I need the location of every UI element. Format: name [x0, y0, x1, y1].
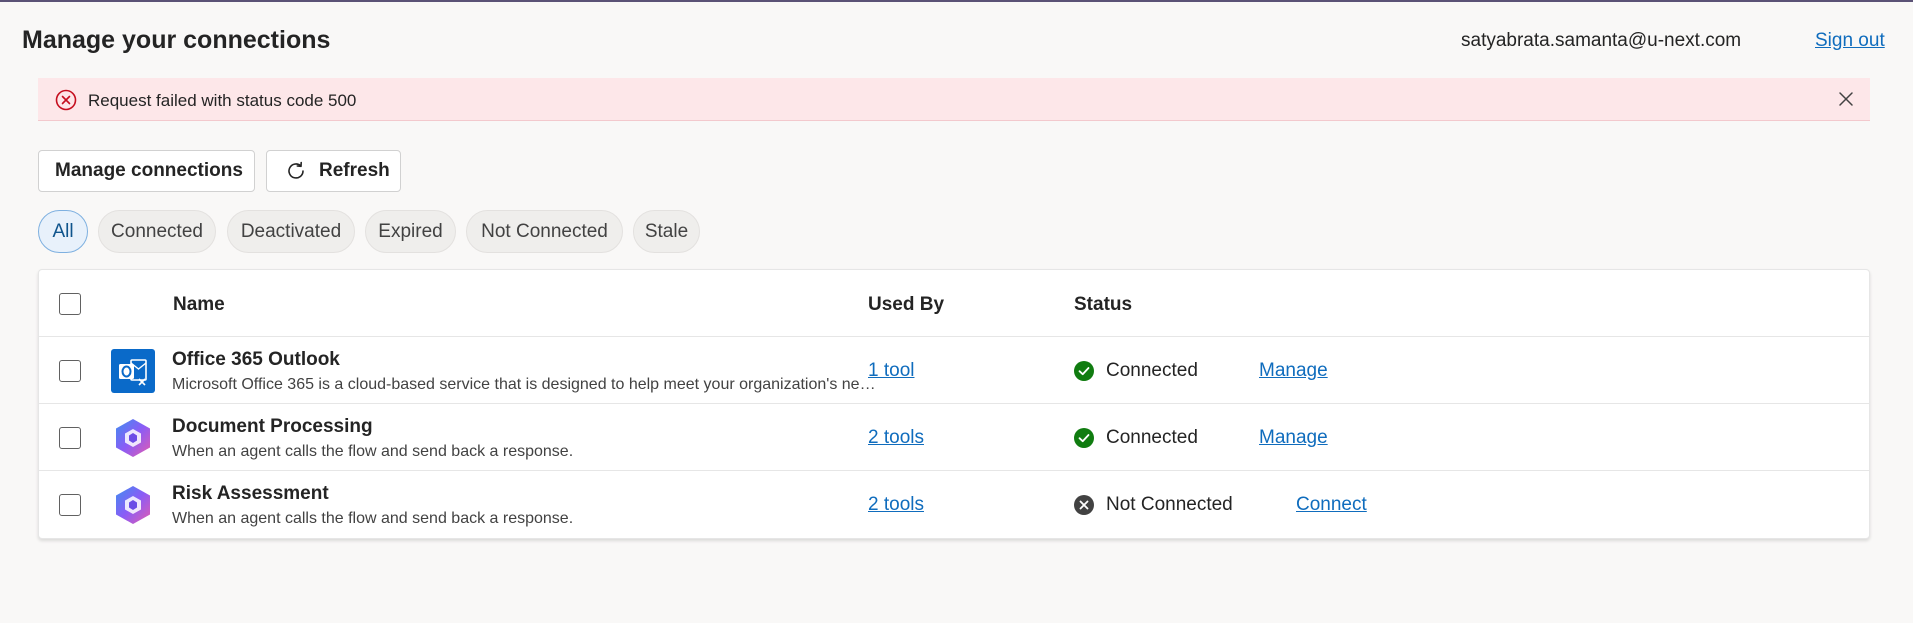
- column-header-name[interactable]: Name: [173, 294, 225, 316]
- status-text: Connected: [1106, 427, 1198, 448]
- refresh-icon: [288, 161, 304, 179]
- filter-stale[interactable]: Stale: [633, 210, 700, 253]
- row-checkbox[interactable]: [59, 360, 81, 382]
- check-circle-icon: [1074, 428, 1094, 448]
- manage-connections-label: Manage connections: [55, 160, 243, 181]
- page-title: Manage your connections: [22, 26, 331, 54]
- filter-expired[interactable]: Expired: [365, 210, 456, 253]
- refresh-label: Refresh: [319, 160, 390, 181]
- connection-description: When an agent calls the flow and send ba…: [172, 443, 574, 460]
- user-email: satyabrata.samanta@u-next.com: [1461, 30, 1742, 51]
- manage-link[interactable]: Manage: [1259, 360, 1328, 382]
- column-header-status[interactable]: Status: [1074, 294, 1132, 316]
- manage-link[interactable]: Manage: [1259, 427, 1328, 449]
- filter-label: Stale: [644, 220, 689, 242]
- filter-label: All: [52, 220, 74, 242]
- filter-label: Deactivated: [240, 220, 342, 242]
- used-by-link[interactable]: 2 tools: [868, 494, 924, 516]
- column-header-used-by[interactable]: Used By: [868, 294, 944, 316]
- row-checkbox[interactable]: [59, 427, 81, 449]
- refresh-button[interactable]: Refresh: [266, 150, 401, 192]
- copilot-icon: [116, 486, 150, 524]
- filter-label: Expired: [378, 220, 443, 242]
- used-by-link[interactable]: 1 tool: [868, 360, 914, 382]
- error-circle-icon: [55, 89, 77, 111]
- table-header-row: Name Used By Status: [39, 270, 1869, 337]
- status-text: Connected: [1106, 360, 1198, 381]
- connection-name: Risk Assessment: [172, 483, 329, 504]
- filter-connected[interactable]: Connected: [98, 210, 216, 253]
- connection-name: Document Processing: [172, 416, 373, 437]
- filter-deactivated[interactable]: Deactivated: [227, 210, 355, 253]
- table-row[interactable]: Office 365 Outlook Microsoft Office 365 …: [39, 337, 1869, 404]
- filter-all[interactable]: All: [38, 210, 88, 253]
- table-row[interactable]: Risk Assessment When an agent calls the …: [39, 471, 1869, 538]
- copilot-icon: [116, 419, 150, 457]
- connection-name: Office 365 Outlook: [172, 349, 340, 370]
- filter-label: Not Connected: [481, 220, 608, 242]
- header: Manage your connections satyabrata.saman…: [0, 2, 1913, 78]
- connect-link[interactable]: Connect: [1296, 494, 1367, 516]
- filter-label: Connected: [111, 220, 203, 242]
- connection-description: Microsoft Office 365 is a cloud-based se…: [172, 376, 882, 393]
- connection-description: When an agent calls the flow and send ba…: [172, 510, 574, 527]
- manage-connections-button[interactable]: Manage connections: [38, 150, 255, 192]
- sign-out-link[interactable]: Sign out: [1815, 30, 1885, 52]
- outlook-icon: [111, 349, 155, 393]
- filter-not-connected[interactable]: Not Connected: [466, 210, 623, 253]
- status-text: Not Connected: [1106, 494, 1233, 515]
- connections-table: Name Used By Status Office 365 Outlook M…: [38, 269, 1870, 539]
- error-message-bar: Request failed with status code 500: [38, 78, 1870, 121]
- row-checkbox[interactable]: [59, 494, 81, 516]
- table-row[interactable]: Document Processing When an agent calls …: [39, 404, 1869, 471]
- check-circle-icon: [1074, 361, 1094, 381]
- select-all-checkbox[interactable]: [59, 293, 81, 315]
- x-circle-icon: [1074, 495, 1094, 515]
- used-by-link[interactable]: 2 tools: [868, 427, 924, 449]
- close-icon[interactable]: [1836, 89, 1856, 109]
- error-message-text: Request failed with status code 500: [88, 91, 357, 110]
